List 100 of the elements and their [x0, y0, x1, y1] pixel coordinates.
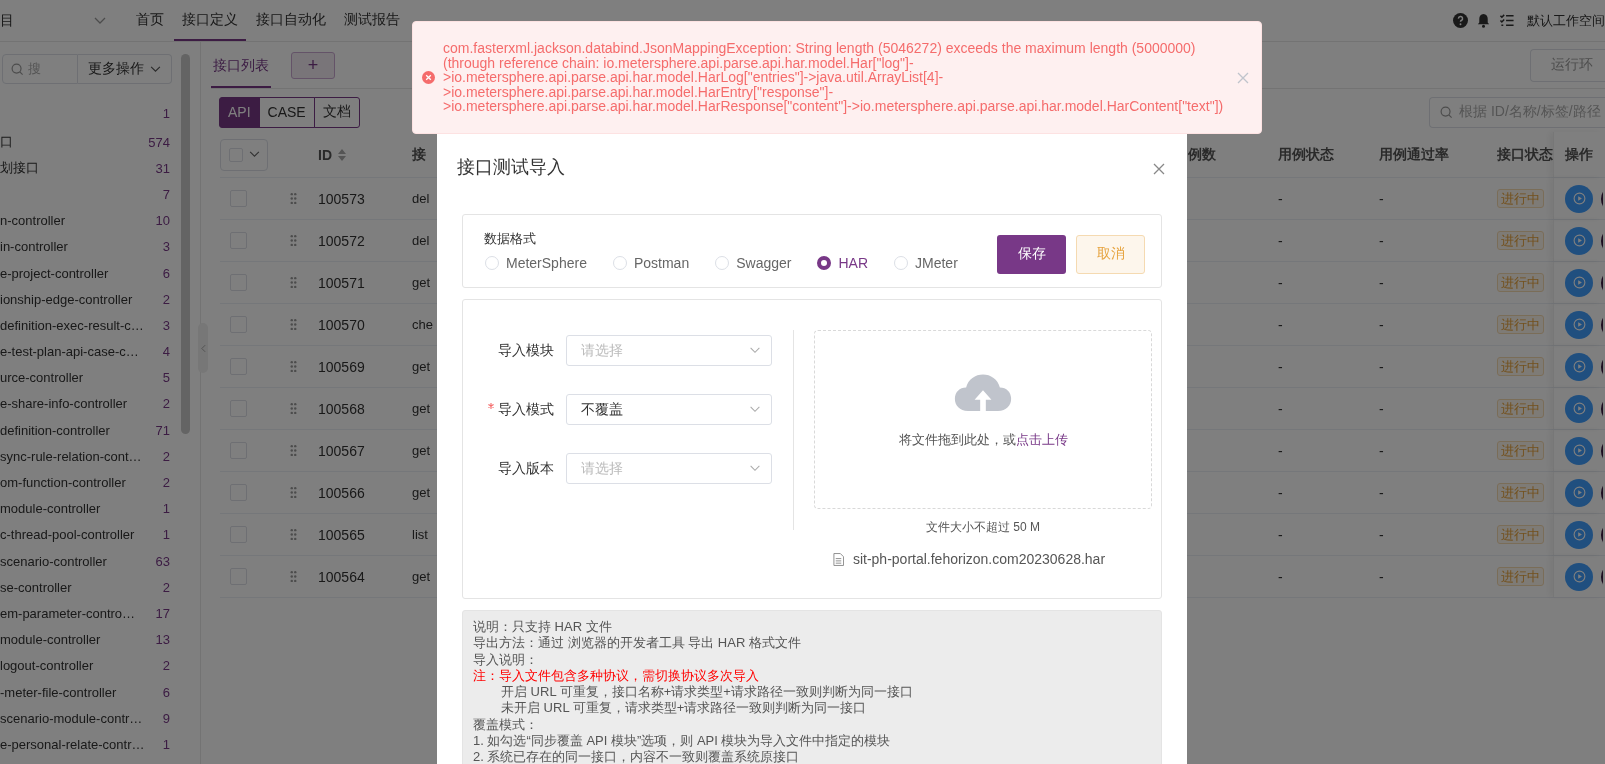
- more-actions-button[interactable]: 更多操作: [78, 54, 172, 84]
- drag-handle-icon[interactable]: [290, 318, 297, 331]
- table-cell: 100573: [318, 190, 365, 207]
- drag-handle-icon[interactable]: [290, 360, 297, 373]
- table-cell: del: [412, 191, 430, 206]
- status-tag: 进行中: [1497, 525, 1544, 544]
- tree-item[interactable]: ionship-edge-controller: [0, 291, 133, 307]
- drag-handle-icon[interactable]: [290, 276, 297, 289]
- mode-toggle[interactable]: API: [219, 96, 260, 128]
- workspace-name[interactable]: 默认工作空间: [1527, 11, 1605, 30]
- run-button[interactable]: [1565, 478, 1593, 507]
- tree-item[interactable]: scenario-module-contr…: [0, 710, 143, 726]
- tree-item[interactable]: n-controller: [0, 213, 66, 229]
- document-icon: [832, 552, 844, 566]
- run-button[interactable]: [1565, 436, 1593, 465]
- table-cell: -: [1278, 442, 1283, 459]
- radio-option[interactable]: Postman: [612, 254, 690, 271]
- tree-item[interactable]: e-personal-relate-contr…: [0, 736, 145, 752]
- run-button[interactable]: [1565, 226, 1593, 255]
- play-icon: [1572, 444, 1586, 457]
- status-tag: 进行中: [1497, 231, 1544, 250]
- upload-dropzone[interactable]: 将文件拖到此处，或点击上传: [814, 330, 1152, 509]
- tree-item[interactable]: e-test-plan-api-case-c…: [0, 344, 139, 360]
- tree-item[interactable]: e-share-info-controller: [0, 396, 128, 412]
- tree-item[interactable]: definition-controller: [0, 422, 110, 438]
- drag-handle-icon[interactable]: [290, 570, 297, 583]
- mode-toggle[interactable]: CASE: [258, 96, 315, 128]
- table-cell: -: [1379, 316, 1384, 333]
- status-tag: 进行中: [1497, 567, 1544, 586]
- tree-item[interactable]: scenario-controller: [0, 553, 107, 569]
- scrollbar[interactable]: [181, 54, 190, 434]
- project-select[interactable]: 目: [0, 0, 114, 41]
- drag-handle-icon[interactable]: [290, 528, 297, 541]
- tree-item[interactable]: logout-controller: [0, 658, 94, 674]
- run-button[interactable]: [1565, 310, 1593, 339]
- table-cell: get: [412, 569, 431, 584]
- save-button[interactable]: 保存: [997, 234, 1066, 274]
- tree-item[interactable]: -meter-file-controller: [0, 684, 117, 700]
- tree-item[interactable]: sync-rule-relation-cont…: [0, 448, 142, 464]
- tree-item[interactable]: e-project-controller: [0, 265, 109, 281]
- file-name[interactable]: sit-ph-portal.fehorizon.com20230628.har: [852, 551, 1106, 567]
- tree-item[interactable]: se-controller: [0, 579, 72, 595]
- checklist-icon[interactable]: [1499, 13, 1515, 28]
- status-tag: 进行中: [1497, 399, 1544, 418]
- run-button[interactable]: [1565, 184, 1593, 213]
- tree-item[interactable]: 口: [0, 133, 13, 152]
- table-cell: -: [1379, 274, 1384, 291]
- radio-option[interactable]: HAR: [817, 254, 868, 271]
- run-button[interactable]: [1565, 520, 1593, 549]
- nav-tab[interactable]: 接口定义: [174, 0, 246, 41]
- drag-handle-icon[interactable]: [290, 402, 297, 415]
- select-field[interactable]: 不覆盖: [566, 394, 772, 425]
- bell-icon[interactable]: [1476, 13, 1491, 28]
- run-button[interactable]: [1565, 562, 1593, 591]
- nav-tab[interactable]: 接口自动化: [248, 0, 334, 41]
- collapse-handle[interactable]: [198, 323, 208, 373]
- tree-item[interactable]: module-controller: [0, 501, 101, 517]
- tree-item[interactable]: 划接口: [0, 159, 39, 178]
- help-icon[interactable]: [1453, 13, 1468, 28]
- chevron-left-icon: [200, 343, 206, 353]
- tree-item[interactable]: om-function-controller: [0, 475, 126, 491]
- run-button[interactable]: [1565, 394, 1593, 423]
- list-tab[interactable]: 接口列表: [211, 42, 271, 88]
- run-button[interactable]: [1565, 352, 1593, 381]
- radio-option[interactable]: JMeter: [894, 254, 958, 271]
- tree-item[interactable]: module-controller: [0, 632, 101, 648]
- item-count: 7: [161, 186, 170, 202]
- nav-tab[interactable]: 首页: [128, 0, 172, 41]
- status-tag: 进行中: [1497, 441, 1544, 460]
- drag-handle-icon[interactable]: [290, 486, 297, 499]
- tree-item[interactable]: em-parameter-contro…: [0, 605, 136, 621]
- tree-item[interactable]: in-controller: [0, 239, 68, 255]
- item-count: 2: [161, 475, 170, 491]
- close-icon[interactable]: [1153, 163, 1165, 175]
- drag-handle-icon[interactable]: [290, 192, 297, 205]
- sort-icon[interactable]: [338, 148, 346, 161]
- nav-tab[interactable]: 测试报告: [336, 0, 408, 41]
- drag-handle-icon[interactable]: [290, 444, 297, 457]
- select-all-dropdown[interactable]: [220, 138, 268, 171]
- tree-item[interactable]: urce-controller: [0, 370, 84, 386]
- chevron-down-icon: [94, 16, 106, 25]
- close-icon[interactable]: [1237, 71, 1249, 84]
- tree-item[interactable]: c-thread-pool-controller: [0, 527, 135, 543]
- item-count: 10: [154, 213, 170, 229]
- add-tab-button[interactable]: +: [291, 51, 335, 79]
- column-header[interactable]: ID: [318, 146, 332, 163]
- play-icon: [1572, 570, 1586, 583]
- drag-handle-icon[interactable]: [290, 234, 297, 247]
- play-icon: [1572, 528, 1586, 541]
- tree-item[interactable]: definition-exec-result-c…: [0, 317, 144, 333]
- run-button[interactable]: [1565, 268, 1593, 297]
- radio-option[interactable]: MeterSphere: [485, 254, 587, 271]
- item-count: 2: [161, 291, 170, 307]
- item-count: 63: [154, 553, 170, 569]
- note-line: 导入说明：: [473, 651, 539, 668]
- item-count: 2: [161, 448, 170, 464]
- mode-toggle[interactable]: 文档: [313, 96, 360, 128]
- table-cell: -: [1278, 400, 1283, 417]
- radio-option[interactable]: Swagger: [715, 254, 792, 271]
- upload-link[interactable]: 点击上传: [1015, 432, 1068, 447]
